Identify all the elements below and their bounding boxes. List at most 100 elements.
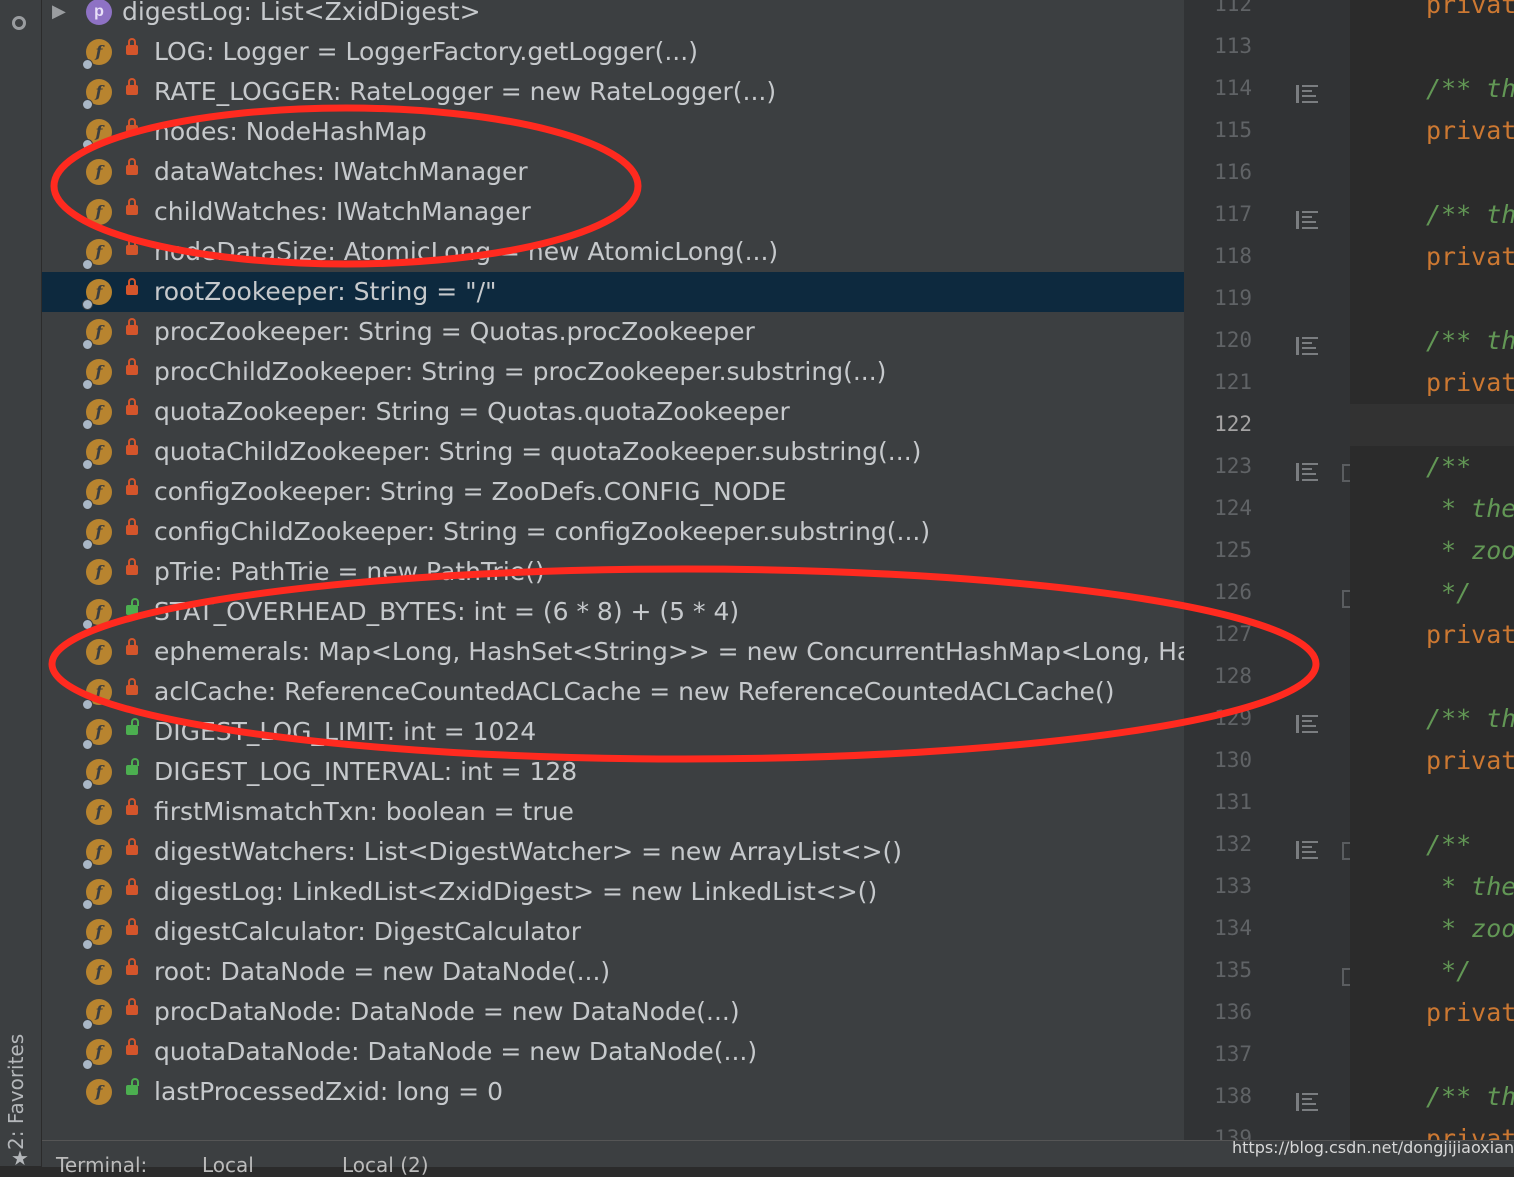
code-line: /** th — [1426, 200, 1514, 229]
field-row[interactable]: f digestCalculator: DigestCalculator — [42, 912, 1184, 952]
javadoc-icon[interactable] — [1296, 85, 1318, 103]
static-marker-icon — [82, 699, 93, 710]
field-row[interactable]: f quotaChildZookeeper: String = quotaZook… — [42, 432, 1184, 472]
lock-icon — [126, 358, 138, 375]
field-row[interactable]: f digestWatchers: List<DigestWatcher> = n… — [42, 832, 1184, 872]
field-row[interactable]: f RATE_LOGGER: RateLogger = new RateLogge… — [42, 72, 1184, 112]
field-label: DIGEST_LOG_INTERVAL: int = 128 — [154, 757, 578, 786]
code-line: * the — [1426, 872, 1514, 901]
javadoc-icon[interactable] — [1296, 715, 1318, 733]
line-number: 120 — [1214, 328, 1252, 352]
field-row[interactable]: f procChildZookeeper: String = procZookee… — [42, 352, 1184, 392]
field-row[interactable]: f root: DataNode = new DataNode(...) — [42, 952, 1184, 992]
editor-gutter: 112 113 114 115 116 117 118 119 120 121 122 123 124 1… — [1184, 0, 1356, 1150]
field-row[interactable]: f quotaZookeeper: String = Quotas.quotaZo… — [42, 392, 1184, 432]
watermark-url: https://blog.csdn.net/dongjijiaoxiangqu — [1232, 1138, 1514, 1157]
lock-icon — [126, 38, 138, 55]
field-label: procChildZookeeper: String = procZookeep… — [154, 357, 887, 386]
field-row[interactable]: f configChildZookeeper: String = configZo… — [42, 512, 1184, 552]
lock-icon — [126, 558, 138, 575]
unlock-icon — [126, 598, 139, 615]
field-row[interactable]: f procDataNode: DataNode = new DataNode(.… — [42, 992, 1184, 1032]
field-row[interactable]: f nodes: NodeHashMap — [42, 112, 1184, 152]
static-marker-icon — [82, 1059, 93, 1070]
lock-icon — [126, 518, 138, 535]
line-number: 121 — [1214, 370, 1252, 394]
structure-tree-parent-row[interactable]: ▶ p digestLog: List<ZxidDigest> — [42, 0, 1184, 32]
field-row[interactable]: f quotaDataNode: DataNode = new DataNode(… — [42, 1032, 1184, 1072]
terminal-tab-local-2[interactable]: Local (2) — [342, 1153, 429, 1177]
lock-icon — [126, 118, 138, 135]
static-marker-icon — [82, 859, 93, 870]
javadoc-icon[interactable] — [1296, 1093, 1318, 1111]
field-label: root: DataNode = new DataNode(...) — [154, 957, 611, 986]
field-row[interactable]: f DIGEST_LOG_LIMIT: int = 1024 — [42, 712, 1184, 752]
javadoc-icon[interactable] — [1296, 337, 1318, 355]
field-row[interactable]: f STAT_OVERHEAD_BYTES: int = (6 * 8) + (5… — [42, 592, 1184, 632]
static-marker-icon — [82, 379, 93, 390]
line-number: 114 — [1214, 76, 1252, 100]
field-label: firstMismatchTxn: boolean = true — [154, 797, 574, 826]
field-label: LOG: Logger = LoggerFactory.getLogger(..… — [154, 37, 698, 66]
expand-arrow-icon[interactable]: ▶ — [52, 0, 66, 32]
javadoc-icon[interactable] — [1296, 211, 1318, 229]
static-marker-icon — [82, 259, 93, 270]
field-row[interactable]: f DIGEST_LOG_INTERVAL: int = 128 — [42, 752, 1184, 792]
static-marker-icon — [82, 539, 93, 550]
unlock-icon — [126, 1078, 139, 1095]
static-marker-icon — [82, 499, 93, 510]
field-row[interactable]: f rootZookeeper: String = "/" — [42, 272, 1184, 312]
lock-icon — [126, 878, 138, 895]
line-number: 119 — [1214, 286, 1252, 310]
lock-icon — [126, 1038, 138, 1055]
code-line: /** — [1426, 452, 1472, 481]
field-label: nodeDataSize: AtomicLong = new AtomicLon… — [154, 237, 779, 266]
field-label: configChildZookeeper: String = configZoo… — [154, 517, 931, 546]
field-row[interactable]: f digestLog: LinkedList<ZxidDigest> = new… — [42, 872, 1184, 912]
lock-icon — [126, 438, 138, 455]
lock-icon — [126, 798, 138, 815]
field-label: dataWatches: IWatchManager — [154, 157, 528, 186]
line-number: 125 — [1214, 538, 1252, 562]
field-row[interactable]: f ephemerals: Map<Long, HashSet<String>> … — [42, 632, 1184, 672]
line-number: 129 — [1214, 706, 1252, 730]
javadoc-icon[interactable] — [1296, 463, 1318, 481]
field-row[interactable]: f configZookeeper: String = ZooDefs.CONFI… — [42, 472, 1184, 512]
code-line: privat — [1426, 620, 1514, 649]
line-number: 132 — [1214, 832, 1252, 856]
field-icon: f — [86, 639, 112, 665]
lock-icon — [126, 478, 138, 495]
line-number: 126 — [1214, 580, 1252, 604]
code-editor[interactable]: privat /** th privat /** th privat /** th priv… — [1350, 0, 1514, 1140]
lock-icon — [126, 158, 138, 175]
field-label: pTrie: PathTrie = new PathTrie() — [154, 557, 545, 586]
field-row[interactable]: f nodeDataSize: AtomicLong = new AtomicLo… — [42, 232, 1184, 272]
unlock-icon — [126, 758, 139, 775]
field-row[interactable]: f lastProcessedZxid: long = 0 — [42, 1072, 1184, 1112]
field-label: STAT_OVERHEAD_BYTES: int = (6 * 8) + (5 … — [154, 597, 740, 626]
field-row[interactable]: f procZookeeper: String = Quotas.procZook… — [42, 312, 1184, 352]
field-row[interactable]: f firstMismatchTxn: boolean = true — [42, 792, 1184, 832]
line-number: 131 — [1214, 790, 1252, 814]
field-label: lastProcessedZxid: long = 0 — [154, 1077, 503, 1106]
lock-icon — [126, 278, 138, 295]
lock-icon — [126, 638, 138, 655]
field-row[interactable]: f aclCache: ReferenceCountedACLCache = ne… — [42, 672, 1184, 712]
left-tool-strip: 2: Favorites ★ — [0, 0, 42, 1170]
code-line: privat — [1426, 746, 1514, 775]
field-row[interactable]: f childWatches: IWatchManager — [42, 192, 1184, 232]
code-line: /** — [1426, 830, 1472, 859]
code-line: */ — [1426, 578, 1472, 607]
terminal-tab-local[interactable]: Local — [202, 1153, 254, 1177]
field-row[interactable]: f LOG: Logger = LoggerFactory.getLogger(.… — [42, 32, 1184, 72]
lock-icon — [126, 318, 138, 335]
field-label: nodes: NodeHashMap — [154, 117, 427, 146]
field-row[interactable]: f pTrie: PathTrie = new PathTrie() — [42, 552, 1184, 592]
field-icon: f — [86, 199, 112, 225]
javadoc-icon[interactable] — [1296, 841, 1318, 859]
field-icon: f — [86, 1079, 112, 1105]
field-row[interactable]: f dataWatches: IWatchManager — [42, 152, 1184, 192]
field-label: quotaDataNode: DataNode = new DataNode(.… — [154, 1037, 758, 1066]
line-number: 137 — [1214, 1042, 1252, 1066]
field-icon: f — [86, 959, 112, 985]
